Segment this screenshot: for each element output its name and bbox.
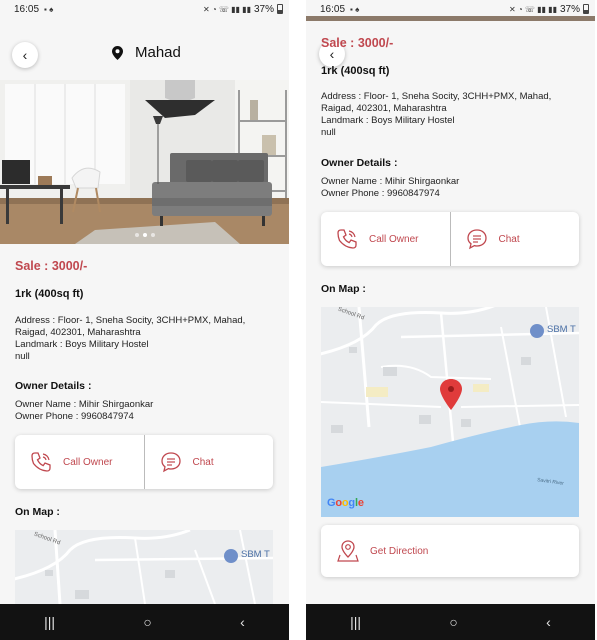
back-nav-button[interactable]: ‹ bbox=[240, 614, 245, 630]
address-line-1: Address : Floor- 1, Sneha Socity, 3CHH+P… bbox=[15, 315, 246, 326]
notification-icons: ▪ ♠ bbox=[44, 4, 54, 14]
location-title: Mahad bbox=[112, 44, 181, 61]
chat-label: Chat bbox=[498, 233, 520, 245]
listing-extra: null bbox=[321, 127, 336, 138]
carousel-dot[interactable] bbox=[134, 233, 139, 237]
owner-name: Owner Name : Mihir Shirgaonkar bbox=[321, 176, 460, 187]
map-view[interactable]: School Rd SBM T bbox=[15, 530, 273, 604]
on-map-title: On Map : bbox=[321, 283, 366, 295]
landmark: Landmark : Boys Military Hostel bbox=[15, 339, 149, 350]
listing-price: Sale : 3000/- bbox=[15, 259, 88, 273]
get-direction-label: Get Direction bbox=[370, 545, 429, 557]
status-bar: 16:05 ▪ ♠ ✕ ◔ ☏ ▮▮ ▮▮ 37% bbox=[0, 0, 289, 18]
chat-button[interactable]: Chat bbox=[451, 212, 580, 266]
address-line-2: Raigad, 402301, Maharashtra bbox=[321, 103, 447, 114]
call-owner-button[interactable]: Call Owner bbox=[15, 435, 144, 489]
chat-label: Chat bbox=[192, 456, 214, 468]
map-tiles bbox=[321, 307, 579, 517]
google-attribution: Google bbox=[327, 497, 364, 509]
owner-info: Owner Name : Mihir Shirgaonkar Owner Pho… bbox=[321, 176, 580, 200]
listing-address: Address : Floor- 1, Sneha Socity, 3CHH+P… bbox=[15, 315, 274, 363]
listing-extra: null bbox=[15, 351, 30, 362]
listing-price: Sale : 3000/- bbox=[321, 36, 394, 50]
map-pin-direction-icon bbox=[337, 540, 359, 562]
home-button[interactable]: ○ bbox=[449, 614, 457, 630]
owner-details-title: Owner Details : bbox=[321, 157, 398, 169]
battery-icon bbox=[583, 4, 589, 14]
chat-button[interactable]: Chat bbox=[145, 435, 274, 489]
call-owner-label: Call Owner bbox=[63, 456, 113, 468]
carousel-dot-active[interactable] bbox=[142, 233, 147, 237]
listing-size: 1rk (400sq ft) bbox=[321, 65, 390, 77]
poi-label: SBM T bbox=[241, 549, 270, 560]
map-view[interactable]: School Rd SBM T Savitri River Google bbox=[321, 307, 579, 517]
phone-call-icon bbox=[337, 229, 357, 249]
app-header: ‹ Mahad bbox=[0, 36, 289, 76]
notification-icons: ▪ ♠ bbox=[350, 4, 360, 14]
owner-details-title: Owner Details : bbox=[15, 380, 92, 392]
get-direction-button[interactable]: Get Direction bbox=[321, 525, 579, 577]
system-nav-bar: ||| ○ ‹ bbox=[0, 604, 289, 640]
living-room-photo bbox=[0, 80, 289, 244]
call-owner-label: Call Owner bbox=[369, 233, 419, 245]
signal-icons: ✕ ◔ ☏ ▮▮ ▮▮ bbox=[508, 4, 557, 14]
battery-percent: 37% bbox=[559, 3, 580, 15]
call-owner-button[interactable]: Call Owner bbox=[321, 212, 450, 266]
carousel-dots bbox=[0, 233, 289, 237]
back-nav-button[interactable]: ‹ bbox=[546, 614, 551, 630]
recents-button[interactable]: ||| bbox=[44, 614, 55, 630]
owner-info: Owner Name : Mihir Shirgaonkar Owner Pho… bbox=[15, 399, 274, 423]
location-pin-icon bbox=[112, 45, 123, 60]
contact-actions: Call Owner Chat bbox=[321, 212, 579, 266]
chat-bubble-icon bbox=[160, 452, 181, 473]
chevron-left-icon: ‹ bbox=[22, 47, 28, 63]
landmark: Landmark : Boys Military Hostel bbox=[321, 115, 455, 126]
phone-screen-top: 16:05 ▪ ♠ ✕ ◔ ☏ ▮▮ ▮▮ 37% ‹ Mahad Sale:… bbox=[0, 0, 289, 640]
owner-name: Owner Name : Mihir Shirgaonkar bbox=[15, 399, 154, 410]
poi-label: SBM T bbox=[547, 324, 576, 335]
address-line-1: Address : Floor- 1, Sneha Socity, 3CHH+P… bbox=[321, 91, 552, 102]
status-time: 16:05 bbox=[320, 3, 346, 15]
back-button[interactable]: ‹ bbox=[12, 42, 38, 68]
contact-actions: Call Owner Chat bbox=[15, 435, 273, 489]
phone-screen-scrolled: 16:05 ▪ ♠ ✕ ◔ ☏ ▮▮ ▮▮ 37% ‹ Sale : 3000/… bbox=[306, 0, 595, 640]
recents-button[interactable]: ||| bbox=[350, 614, 361, 630]
property-image[interactable] bbox=[0, 80, 289, 244]
status-time: 16:05 bbox=[14, 3, 40, 15]
address-line-2: Raigad, 402301, Maharashtra bbox=[15, 327, 141, 338]
location-name: Mahad bbox=[135, 44, 181, 61]
battery-percent: 37% bbox=[253, 3, 274, 15]
screenshot-stage: 16:05 ▪ ♠ ✕ ◔ ☏ ▮▮ ▮▮ 37% ‹ Mahad Sale:… bbox=[0, 0, 597, 640]
listing-address: Address : Floor- 1, Sneha Socity, 3CHH+P… bbox=[321, 91, 580, 139]
system-nav-bar: ||| ○ ‹ bbox=[306, 604, 595, 640]
owner-phone: Owner Phone : 9960847974 bbox=[15, 411, 134, 422]
phone-call-icon bbox=[31, 452, 51, 472]
status-bar: 16:05 ▪ ♠ ✕ ◔ ☏ ▮▮ ▮▮ 37% bbox=[306, 0, 595, 18]
battery-icon bbox=[277, 4, 283, 14]
signal-icons: ✕ ◔ ☏ ▮▮ ▮▮ bbox=[202, 4, 251, 14]
on-map-title: On Map : bbox=[15, 506, 60, 518]
listing-size: 1rk (400sq ft) bbox=[15, 288, 84, 300]
home-button[interactable]: ○ bbox=[143, 614, 151, 630]
owner-phone: Owner Phone : 9960847974 bbox=[321, 188, 440, 199]
chat-bubble-icon bbox=[466, 229, 487, 250]
carousel-dot[interactable] bbox=[150, 233, 155, 237]
